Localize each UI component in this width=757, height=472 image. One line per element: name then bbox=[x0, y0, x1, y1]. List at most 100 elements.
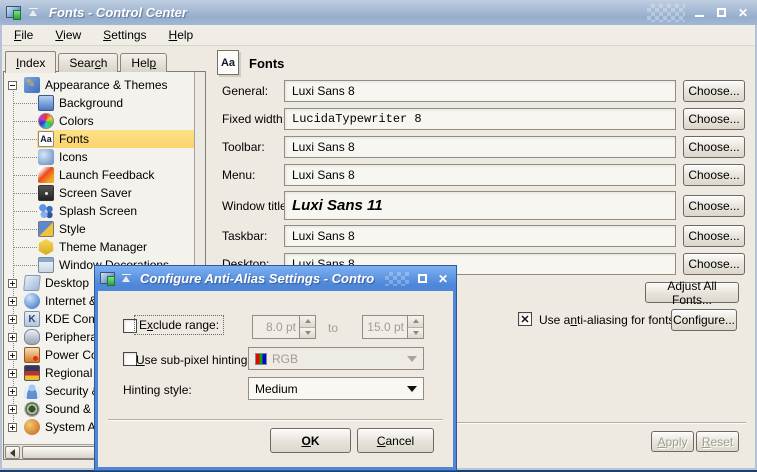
font-preview-field: Luxi Sans 8 bbox=[284, 80, 676, 102]
system-admin-icon bbox=[24, 419, 40, 435]
antialias-label[interactable]: Use anti-aliasing for fonts bbox=[539, 313, 674, 327]
screen-saver-icon bbox=[38, 185, 54, 201]
sticky-icon[interactable] bbox=[28, 7, 39, 18]
colors-icon bbox=[38, 113, 54, 129]
tab-index[interactable]: Index bbox=[5, 51, 56, 73]
choose-button[interactable]: Choose... bbox=[683, 136, 745, 158]
dialog-close-icon[interactable]: ✕ bbox=[435, 271, 451, 287]
font-row-general: General:Luxi Sans 8Choose... bbox=[222, 80, 745, 102]
expand-icon[interactable] bbox=[8, 315, 17, 324]
hinting-style-label: Hinting style: bbox=[123, 383, 192, 397]
dialog-maximize-button[interactable] bbox=[414, 271, 430, 287]
tree-connector bbox=[14, 265, 37, 266]
expand-icon[interactable] bbox=[8, 423, 17, 432]
tree-item-label: Colors bbox=[59, 114, 94, 128]
font-preview-field: LucidaTypewriter 8 bbox=[284, 108, 676, 130]
subpixel-order-value: RGB bbox=[272, 352, 298, 366]
tree-item-launch-feedback[interactable]: Launch Feedback bbox=[4, 166, 194, 184]
dialog-sticky-icon[interactable] bbox=[121, 273, 132, 284]
menu-settings[interactable]: Settings bbox=[95, 26, 154, 44]
expand-icon[interactable] bbox=[8, 351, 17, 360]
window-titlebar[interactable]: Fonts - Control Center ✕ bbox=[0, 0, 757, 25]
dialog-title: Configure Anti-Alias Settings - Contro bbox=[140, 271, 380, 286]
tree-item-appearance-themes[interactable]: Appearance & Themes bbox=[4, 76, 194, 94]
fonts-header-icon: Aa bbox=[217, 50, 239, 75]
expand-icon[interactable] bbox=[8, 297, 17, 306]
tab-help[interactable]: Help bbox=[120, 53, 167, 72]
regional-icon bbox=[24, 365, 40, 381]
tree-connector bbox=[14, 121, 37, 122]
subpixel-label[interactable]: Use sub-pixel hinting: bbox=[136, 353, 251, 367]
titlebar-pattern bbox=[647, 4, 685, 22]
dialog-separator bbox=[108, 419, 443, 421]
tree-item-label: Desktop bbox=[45, 276, 89, 290]
cancel-button[interactable]: Cancel bbox=[357, 428, 434, 453]
choose-button[interactable]: Choose... bbox=[683, 253, 745, 275]
expand-icon[interactable] bbox=[8, 333, 17, 342]
tab-search[interactable]: Search bbox=[58, 53, 118, 72]
tree-item-label: Appearance & Themes bbox=[45, 78, 168, 92]
choose-button[interactable]: Choose... bbox=[683, 80, 745, 102]
dialog-titlebar[interactable]: Configure Anti-Alias Settings - Contro ✕ bbox=[95, 266, 456, 291]
menu-view[interactable]: View bbox=[47, 26, 89, 44]
subpixel-checkbox[interactable] bbox=[123, 352, 137, 366]
font-row-fixed-width: Fixed width:LucidaTypewriter 8 Choose... bbox=[222, 108, 745, 130]
choose-button[interactable]: Choose... bbox=[683, 164, 745, 186]
choose-button[interactable]: Choose... bbox=[683, 195, 745, 217]
close-icon[interactable]: ✕ bbox=[735, 5, 751, 21]
internet-icon bbox=[24, 293, 40, 309]
scroll-left-arrow[interactable] bbox=[5, 446, 20, 459]
menu-file[interactable]: File bbox=[6, 26, 41, 44]
expand-icon[interactable] bbox=[8, 387, 17, 396]
tree-item-style[interactable]: Style bbox=[4, 220, 194, 238]
window-title: Fonts - Control Center bbox=[49, 5, 641, 20]
minimize-button[interactable] bbox=[691, 5, 707, 21]
tree-item-screen-saver[interactable]: Screen Saver bbox=[4, 184, 194, 202]
maximize-button[interactable] bbox=[713, 5, 729, 21]
desktop-icon bbox=[23, 275, 41, 291]
window-menu-icon[interactable] bbox=[6, 6, 22, 20]
adjust-all-fonts-button[interactable]: Adjust All Fonts... bbox=[645, 282, 739, 303]
ok-button[interactable]: OK bbox=[270, 428, 351, 453]
icons-icon bbox=[38, 149, 54, 165]
font-preview-field: Luxi Sans 8 bbox=[284, 225, 676, 247]
exclude-range-label[interactable]: Exclude range: bbox=[134, 315, 224, 335]
tree-item-icons[interactable]: Icons bbox=[4, 148, 194, 166]
configure-button[interactable]: Configure... bbox=[671, 309, 737, 331]
expand-icon[interactable] bbox=[8, 369, 17, 378]
tree-item-colors[interactable]: Colors bbox=[4, 112, 194, 130]
antialias-checkbox[interactable] bbox=[518, 312, 532, 326]
tree-connector bbox=[14, 175, 37, 176]
control-center-window: Fonts - Control Center ✕ File View Setting… bbox=[0, 0, 757, 472]
tree-item-label: Background bbox=[59, 96, 123, 110]
tree-item-theme-manager[interactable]: Theme Manager bbox=[4, 238, 194, 256]
tree-item-splash-screen[interactable]: Splash Screen bbox=[4, 202, 194, 220]
range-to-spinbox: 15.0 pt bbox=[362, 315, 424, 339]
hinting-style-value: Medium bbox=[255, 382, 298, 396]
sidebar-tabs: IndexSearchHelp bbox=[5, 50, 169, 72]
launch-feedback-icon bbox=[38, 167, 54, 183]
appearance-themes-icon bbox=[24, 77, 40, 93]
choose-button[interactable]: Choose... bbox=[683, 108, 745, 130]
choose-button[interactable]: Choose... bbox=[683, 225, 745, 247]
tree-item-background[interactable]: Background bbox=[4, 94, 194, 112]
tree-item-label: Fonts bbox=[59, 132, 89, 146]
spin-down-icon bbox=[408, 328, 423, 339]
tree-connector bbox=[14, 211, 37, 212]
chevron-down-icon bbox=[407, 356, 417, 362]
collapse-icon[interactable] bbox=[8, 81, 17, 90]
tree-item-label: Screen Saver bbox=[59, 186, 132, 200]
tree-connector bbox=[14, 193, 37, 194]
font-row-toolbar: Toolbar:Luxi Sans 8Choose... bbox=[222, 136, 745, 158]
expand-icon[interactable] bbox=[8, 405, 17, 414]
font-row-taskbar: Taskbar:Luxi Sans 8Choose... bbox=[222, 225, 745, 247]
menu-help[interactable]: Help bbox=[161, 26, 202, 44]
font-row-label: Fixed width: bbox=[222, 112, 284, 126]
tree-item-fonts[interactable]: Fonts bbox=[4, 130, 194, 148]
font-row-menu: Menu:Luxi Sans 8Choose... bbox=[222, 164, 745, 186]
hinting-style-dropdown[interactable]: Medium bbox=[248, 377, 424, 400]
spin-up-icon bbox=[300, 316, 315, 328]
font-preview-field: Luxi Sans 8 bbox=[284, 164, 676, 186]
expand-icon[interactable] bbox=[8, 279, 17, 288]
apply-button: Apply bbox=[651, 431, 694, 452]
